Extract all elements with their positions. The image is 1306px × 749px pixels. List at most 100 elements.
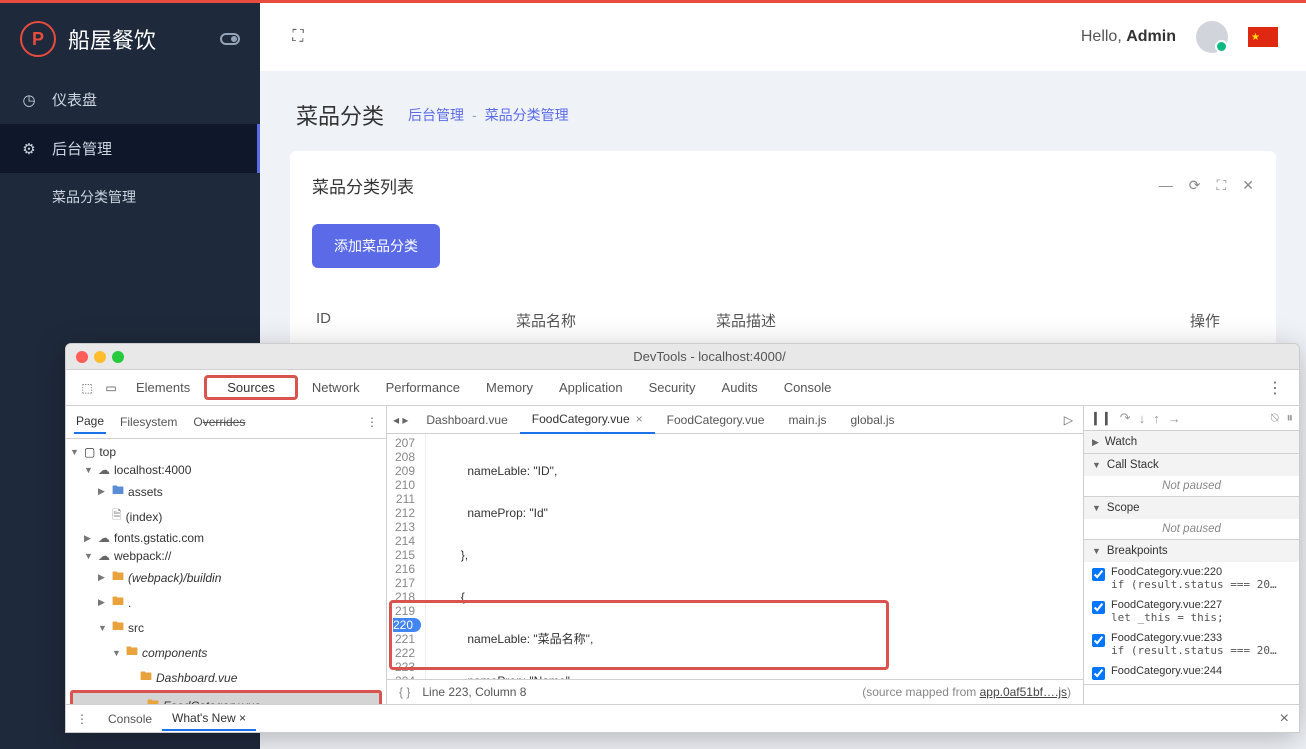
expand-icon[interactable]: ⛶	[1216, 177, 1226, 194]
devtools-tabbar: ⬚ ▭ Elements Sources Network Performance…	[66, 370, 1299, 406]
tree-dashboard-vue[interactable]: 🖿Dashboard.vue	[66, 665, 386, 690]
deactivate-bp-icon[interactable]: ⍉	[1271, 410, 1279, 426]
step-icon[interactable]: →	[1168, 411, 1181, 426]
tree-assets[interactable]: ▶🖿assets	[66, 479, 386, 504]
tree-fonts[interactable]: ▶☁fonts.gstatic.com	[66, 529, 386, 547]
sidebar-header: P 船屋餐饮	[0, 3, 260, 75]
breakpoint-checkbox[interactable]	[1092, 601, 1105, 614]
breakpoint-item[interactable]: FoodCategory.vue:227let _this = this;	[1084, 595, 1299, 628]
breakpoint-item[interactable]: FoodCategory.vue:244	[1084, 661, 1299, 684]
avatar[interactable]	[1196, 21, 1228, 53]
tab-network[interactable]: Network	[300, 374, 372, 401]
history-nav[interactable]: ◂ ▸	[393, 413, 408, 427]
window-minimize-icon[interactable]	[94, 351, 106, 363]
add-category-button[interactable]: 添加菜品分类	[312, 224, 440, 268]
line-gutter[interactable]: 2072082092102112122132142152162172182192…	[387, 434, 426, 679]
step-out-icon[interactable]: ↑	[1153, 411, 1160, 426]
breakpoint-item[interactable]: FoodCategory.vue:220if (result.status ==…	[1084, 562, 1299, 595]
greeting: Hello, Admin	[1081, 28, 1176, 46]
nav-dashboard[interactable]: ◷ 仪表盘	[0, 75, 260, 124]
tree-webpack[interactable]: ▼☁webpack://	[66, 547, 386, 565]
filetab-foodcategory-active[interactable]: FoodCategory.vue×	[520, 406, 655, 434]
breadcrumb-admin[interactable]: 后台管理	[408, 105, 464, 125]
breakpoint-checkbox[interactable]	[1092, 568, 1105, 581]
nav-tab-overrides[interactable]: Overrides	[191, 411, 247, 433]
source-map-link[interactable]: app.0af51bf….js	[980, 685, 1067, 699]
format-icon[interactable]: { }	[399, 685, 410, 699]
gear-icon: ⚙	[20, 140, 38, 158]
filetab-main[interactable]: main.js	[776, 407, 838, 433]
th-op: 操作	[1100, 310, 1250, 331]
breakpoint-item[interactable]: FoodCategory.vue:233if (result.status ==…	[1084, 628, 1299, 661]
tab-performance[interactable]: Performance	[374, 374, 472, 401]
tab-application[interactable]: Application	[547, 374, 635, 401]
breakpoint-checkbox[interactable]	[1092, 667, 1105, 680]
devtools-titlebar[interactable]: DevTools - localhost:4000/	[66, 344, 1299, 370]
tree-foodcategory-vue[interactable]: 🖿FoodCategory.vue	[73, 693, 379, 704]
breakpoints-header[interactable]: ▼Breakpoints	[1084, 540, 1299, 562]
fullscreen-icon[interactable]: ⛶	[288, 27, 308, 47]
tab-security[interactable]: Security	[637, 374, 708, 401]
tab-audits[interactable]: Audits	[710, 374, 770, 401]
tab-elements[interactable]: Elements	[124, 374, 202, 401]
drawer-tab-whatsnew[interactable]: What's New ×	[162, 707, 256, 731]
filetab-foodcategory-2[interactable]: FoodCategory.vue	[655, 407, 777, 433]
tree-dot[interactable]: ▶🖿.	[66, 590, 386, 615]
minimize-icon[interactable]: —	[1159, 177, 1173, 194]
inspect-icon[interactable]: ⬚	[76, 377, 98, 399]
tab-sources[interactable]: Sources	[215, 374, 287, 401]
nav-tab-page[interactable]: Page	[74, 410, 106, 434]
editor-status-bar: { } Line 223, Column 8 (source mapped fr…	[387, 679, 1083, 704]
pause-icon[interactable]: ❙❙	[1090, 410, 1112, 426]
watch-header[interactable]: ▶Watch	[1084, 431, 1299, 453]
tree-localhost[interactable]: ▼☁localhost:4000	[66, 461, 386, 479]
tab-console[interactable]: Console	[772, 374, 844, 401]
breadcrumb-sep: -	[472, 107, 477, 123]
scope-header[interactable]: ▼Scope	[1084, 497, 1299, 519]
drawer-close-icon[interactable]: ×	[1280, 710, 1289, 728]
sources-navigator: Page Filesystem Overrides ⋮ ▼▢top ▼☁loca…	[66, 406, 387, 704]
breadcrumb-category[interactable]: 菜品分类管理	[485, 105, 569, 125]
tree-top[interactable]: ▼▢top	[66, 443, 386, 461]
editor-file-tabs: ◂ ▸ Dashboard.vue FoodCategory.vue× Food…	[387, 406, 1083, 434]
cursor-position: Line 223, Column 8	[422, 685, 526, 699]
tab-memory[interactable]: Memory	[474, 374, 545, 401]
step-over-icon[interactable]: ↷	[1120, 410, 1131, 426]
devtools-menu-icon[interactable]: ⋮	[1261, 378, 1289, 398]
run-snippet-icon[interactable]: ▷	[1060, 409, 1077, 431]
code-editor[interactable]: 2072082092102112122132142152162172182192…	[387, 434, 1083, 679]
source-map-info: (source mapped from app.0af51bf….js)	[862, 685, 1071, 699]
drawer-tab-close-icon[interactable]: ×	[239, 711, 246, 725]
window-maximize-icon[interactable]	[112, 351, 124, 363]
nav-admin[interactable]: ⚙ 后台管理	[0, 124, 260, 173]
debug-toolbar: ❙❙ ↷ ↓ ↑ → ⍉ ⏸	[1084, 406, 1299, 431]
nav-category-mgmt[interactable]: 菜品分类管理	[0, 173, 260, 221]
refresh-icon[interactable]: ⟳	[1189, 177, 1201, 194]
flag-china-icon[interactable]: ★	[1248, 27, 1278, 47]
device-icon[interactable]: ▭	[100, 377, 122, 399]
nav-tab-filesystem[interactable]: Filesystem	[118, 411, 179, 433]
navigator-menu-icon[interactable]: ⋮	[366, 415, 378, 429]
close-icon[interactable]: ✕	[1242, 177, 1254, 194]
callstack-header[interactable]: ▼Call Stack	[1084, 454, 1299, 476]
step-into-icon[interactable]: ↓	[1139, 411, 1146, 426]
window-close-icon[interactable]	[76, 351, 88, 363]
top-bar: ⛶ Hello, Admin ★	[260, 3, 1306, 71]
scope-section: ▼Scope Not paused	[1084, 497, 1299, 540]
card-title: 菜品分类列表	[312, 173, 414, 198]
tree-src[interactable]: ▼🖿src	[66, 615, 386, 640]
tree-index[interactable]: 🗎(index)	[66, 504, 386, 529]
code-lines[interactable]: nameLable: "ID", nameProp: "Id" }, { nam…	[426, 434, 1083, 679]
tree-buildin[interactable]: ▶🖿(webpack)/buildin	[66, 565, 386, 590]
breakpoints-section: ▼Breakpoints FoodCategory.vue:220if (res…	[1084, 540, 1299, 685]
breakpoint-checkbox[interactable]	[1092, 634, 1105, 647]
drawer-menu-icon[interactable]: ⋮	[76, 712, 88, 726]
drawer-tab-console[interactable]: Console	[98, 708, 162, 730]
navigator-tabs: Page Filesystem Overrides ⋮	[66, 406, 386, 439]
filetab-close-icon[interactable]: ×	[636, 412, 643, 426]
filetab-global[interactable]: global.js	[839, 407, 907, 433]
pause-exceptions-icon[interactable]: ⏸	[1287, 410, 1294, 426]
tree-components[interactable]: ▼🖿components	[66, 640, 386, 665]
sidebar-toggle[interactable]	[220, 33, 240, 45]
filetab-dashboard[interactable]: Dashboard.vue	[414, 407, 519, 433]
